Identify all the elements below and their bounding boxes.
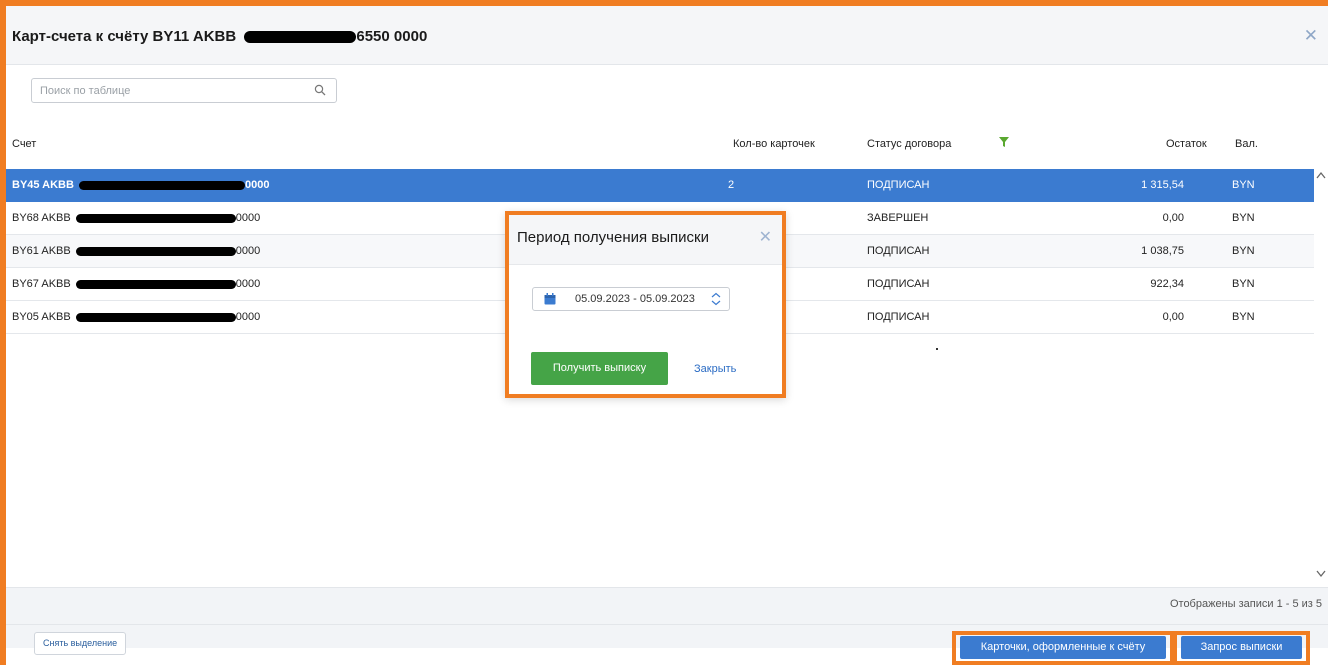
column-header-currency[interactable]: Вал. (1235, 138, 1258, 150)
redaction-bar (75, 279, 236, 289)
redaction-bar (79, 180, 246, 190)
column-header-balance[interactable]: Остаток (1166, 138, 1207, 150)
redaction-bar (75, 213, 236, 223)
account-cell: BY05 AKBB 0000 (12, 311, 261, 323)
column-header-contract-status[interactable]: Статус договора (867, 138, 951, 150)
table-scrollbar[interactable] (1314, 167, 1328, 587)
status-cell: ПОДПИСАН (867, 179, 930, 191)
clear-selection-button[interactable]: Снять выделение (34, 632, 127, 655)
dialog-title-suffix: 6550 0000 (356, 28, 428, 45)
close-link[interactable]: Закрыть (694, 363, 736, 375)
stray-dot (936, 348, 938, 350)
request-statement-button[interactable]: Запрос выписки (1181, 636, 1302, 659)
currency-cell: BYN (1232, 278, 1255, 290)
cards-count-cell: 2 (728, 179, 735, 191)
get-statement-button[interactable]: Получить выписку (531, 352, 668, 385)
date-range-picker[interactable]: 05.09.2023 - 05.09.2023 (532, 287, 730, 311)
redaction-bar (75, 312, 236, 322)
column-header-cards-count[interactable]: Кол-во карточек (733, 138, 815, 150)
redaction-bar (75, 246, 236, 256)
table-search (31, 78, 337, 103)
redaction-bar (244, 31, 357, 44)
divider (6, 624, 1328, 625)
currency-cell: BYN (1232, 179, 1255, 191)
cards-for-account-button[interactable]: Карточки, оформленные к счёту (960, 636, 1166, 659)
account-cell: BY68 AKBB 0000 (12, 212, 261, 224)
calendar-icon (544, 293, 556, 305)
scroll-down-icon[interactable] (1316, 570, 1326, 578)
close-icon[interactable]: ✕ (759, 227, 772, 247)
balance-cell: 0,00 (1162, 311, 1184, 323)
balance-cell: 0,00 (1162, 212, 1184, 224)
table-row[interactable]: BY45 AKBB 0000 2 ПОДПИСАН 1 315,54 BYN (6, 169, 1314, 202)
column-header-account[interactable]: Счет (12, 138, 36, 150)
dialog-titlebar: Карт-счета к счёту BY11 AKBB 6550 0000 ✕ (6, 6, 1328, 65)
modal-title: Период получения выписки (517, 229, 709, 246)
status-cell: ПОДПИСАН (867, 311, 930, 323)
date-range-value: 05.09.2023 - 05.09.2023 (575, 293, 695, 305)
currency-cell: BYN (1232, 245, 1255, 257)
balance-cell: 922,34 (1150, 278, 1184, 290)
account-cell: BY67 AKBB 0000 (12, 278, 261, 290)
statement-period-modal: Период получения выписки ✕ 05.09.2023 - … (505, 211, 786, 398)
records-count: Отображены записи 1 - 5 из 5 (1169, 598, 1322, 610)
currency-cell: BYN (1232, 311, 1255, 323)
dialog-title-prefix: Карт-счета к счёту BY11 AKBB (12, 28, 237, 45)
currency-cell: BYN (1232, 212, 1255, 224)
scroll-up-icon[interactable] (1316, 171, 1326, 179)
balance-cell: 1 038,75 (1141, 245, 1184, 257)
modal-header: Период получения выписки ✕ (509, 215, 782, 265)
status-cell: ЗАВЕРШЕН (867, 212, 929, 224)
search-icon[interactable] (314, 84, 326, 96)
updown-chevron-icon[interactable] (711, 292, 721, 306)
balance-cell: 1 315,54 (1141, 179, 1184, 191)
search-input[interactable] (40, 82, 310, 100)
filter-icon[interactable] (999, 137, 1009, 147)
close-icon[interactable]: ✕ (1304, 26, 1318, 46)
account-cell: BY61 AKBB 0000 (12, 245, 261, 257)
account-cell: BY45 AKBB 0000 (12, 179, 270, 191)
status-cell: ПОДПИСАН (867, 278, 930, 290)
dialog-title: Карт-счета к счёту BY11 AKBB 6550 0000 (12, 28, 427, 45)
status-cell: ПОДПИСАН (867, 245, 930, 257)
